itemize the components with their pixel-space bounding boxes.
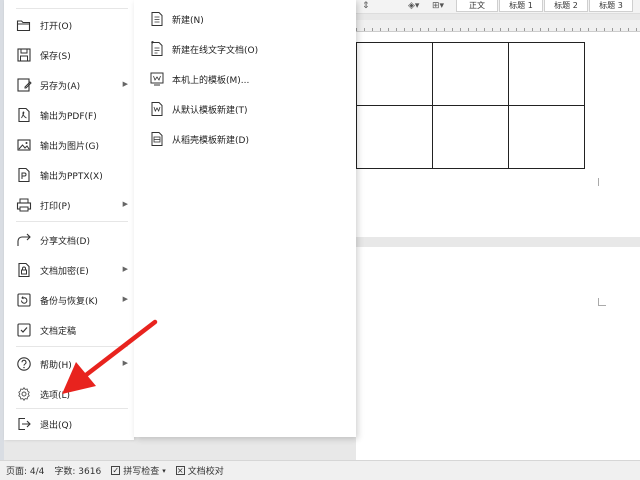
submenu-item-new-online[interactable]: 新建在线文字文档(O) [134,36,356,62]
fill-color-icon[interactable]: ◈▾ [408,0,419,12]
exit-icon [16,416,32,432]
proofread-label: 文档校对 [187,467,224,477]
submenu-item-label: 从稻壳模板新建(D) [172,135,249,146]
menu-item-help[interactable]: 帮助(H) ▶ [4,350,134,378]
style-normal[interactable]: 正文 [456,0,498,12]
submenu-item-local-template[interactable]: 本机上的模板(M)... [134,66,356,92]
menu-item-label: 另存为(A) [40,81,81,92]
word-count[interactable]: 字数: 3616 [54,464,101,477]
menu-item-print[interactable]: 打印(P) ▶ [4,191,134,219]
menu-item-share[interactable]: 分享文档(D) [4,226,134,254]
menu-item-label: 输出为图片(G) [40,141,99,152]
menu-item-label: 打印(P) [40,201,71,212]
status-bar: 页面: 4/4 字数: 3616 ✓ 拼写检查 ▾ × 文档校对 [0,460,640,480]
save-icon [16,47,32,63]
checkbox-unchecked-icon: × [175,465,185,475]
print-icon [16,197,32,213]
submenu-item-label: 本机上的模板(M)... [172,75,250,86]
menu-item-label: 退出(Q) [40,420,73,431]
menu-item-exit[interactable]: 退出(Q) [4,410,134,438]
local-template-icon [150,71,164,87]
menu-item-export-image[interactable]: 输出为图片(G) [4,131,134,159]
export-pdf-icon [16,107,32,123]
menu-item-options[interactable]: 选项(L) [4,380,134,408]
checkbox-checked-icon: ✓ [111,465,121,475]
menu-divider [16,8,128,9]
submenu-arrow-icon: ▶ [122,265,128,273]
border-icon[interactable]: ⊞▾ [432,0,444,12]
horizontal-ruler[interactable] [356,20,640,32]
folder-open-icon [16,17,32,33]
submenu-item-default-template[interactable]: 从默认模板新建(T) [134,96,356,122]
new-document-icon [150,11,164,27]
menu-item-label: 选项(L) [40,390,71,401]
export-image-icon [16,137,32,153]
menu-item-encrypt[interactable]: 文档加密(E) ▶ [4,256,134,284]
submenu-item-label: 新建(N) [172,15,204,26]
menu-item-save[interactable]: 保存(S) [4,41,134,69]
docer-template-icon [150,131,164,147]
menu-item-label: 输出为PDF(F) [40,111,97,122]
menu-item-label: 输出为PPTX(X) [40,171,103,182]
new-submenu: 新建(N) 新建在线文字文档(O) 本机上的模板(M)... 从默认模板新建(T… [134,0,356,437]
chevron-down-icon: ▾ [162,466,166,475]
menu-item-label: 帮助(H) [40,360,72,371]
menu-item-label: 文档加密(E) [40,266,89,277]
menu-item-export-pdf[interactable]: 输出为PDF(F) [4,101,134,129]
style-heading-2[interactable]: 标题 2 [544,0,588,12]
finalize-icon [16,322,32,338]
share-icon [16,232,32,248]
file-menu: 打开(O) 保存(S) 另存为(A) ▶ 输出为PDF(F) 输出为图片(G) … [4,0,134,440]
new-online-document-icon [150,41,164,57]
menu-divider [16,221,128,222]
style-heading-1[interactable]: 标题 1 [499,0,543,12]
save-as-icon [16,77,32,93]
menu-divider [16,346,128,347]
ribbon-toolbar: ⇕ ◈▾ ⊞▾ 正文 标题 1 标题 2 标题 3 [356,0,640,14]
submenu-arrow-icon: ▶ [122,80,128,88]
page-corner-mark [598,298,606,306]
page-indicator[interactable]: 页面: 4/4 [6,464,44,477]
submenu-arrow-icon: ▶ [122,359,128,367]
spell-check-toggle[interactable]: ✓ 拼写检查 ▾ [111,464,166,477]
submenu-arrow-icon: ▶ [122,295,128,303]
export-pptx-icon [16,167,32,183]
page-corner-mark [598,178,606,186]
settings-icon [16,386,32,402]
menu-item-label: 文档定稿 [40,326,77,337]
submenu-item-label: 从默认模板新建(T) [172,105,248,116]
document-page-next[interactable] [356,247,640,460]
submenu-item-docer-template[interactable]: 从稻壳模板新建(D) [134,126,356,152]
style-heading-3[interactable]: 标题 3 [589,0,633,12]
spell-check-label: 拼写检查 [123,467,160,477]
menu-item-label: 保存(S) [40,51,71,62]
menu-item-finalize[interactable]: 文档定稿 [4,316,134,344]
menu-item-label: 分享文档(D) [40,236,90,247]
backup-icon [16,292,32,308]
default-template-icon [150,101,164,117]
menu-item-open[interactable]: 打开(O) [4,11,134,39]
menu-item-export-pptx[interactable]: 输出为PPTX(X) [4,161,134,189]
submenu-arrow-icon: ▶ [122,200,128,208]
submenu-item-label: 新建在线文字文档(O) [172,45,259,56]
menu-item-save-as[interactable]: 另存为(A) ▶ [4,71,134,99]
document-table[interactable] [356,42,585,169]
menu-divider [16,408,128,409]
paragraph-spacing-icon[interactable]: ⇕ [362,0,370,12]
menu-item-backup[interactable]: 备份与恢复(K) ▶ [4,286,134,314]
menu-item-label: 打开(O) [40,21,73,32]
help-icon [16,356,32,372]
proofread-toggle[interactable]: × 文档校对 [175,464,224,477]
encrypt-icon [16,262,32,278]
submenu-item-new[interactable]: 新建(N) [134,6,356,32]
menu-item-label: 备份与恢复(K) [40,296,98,307]
